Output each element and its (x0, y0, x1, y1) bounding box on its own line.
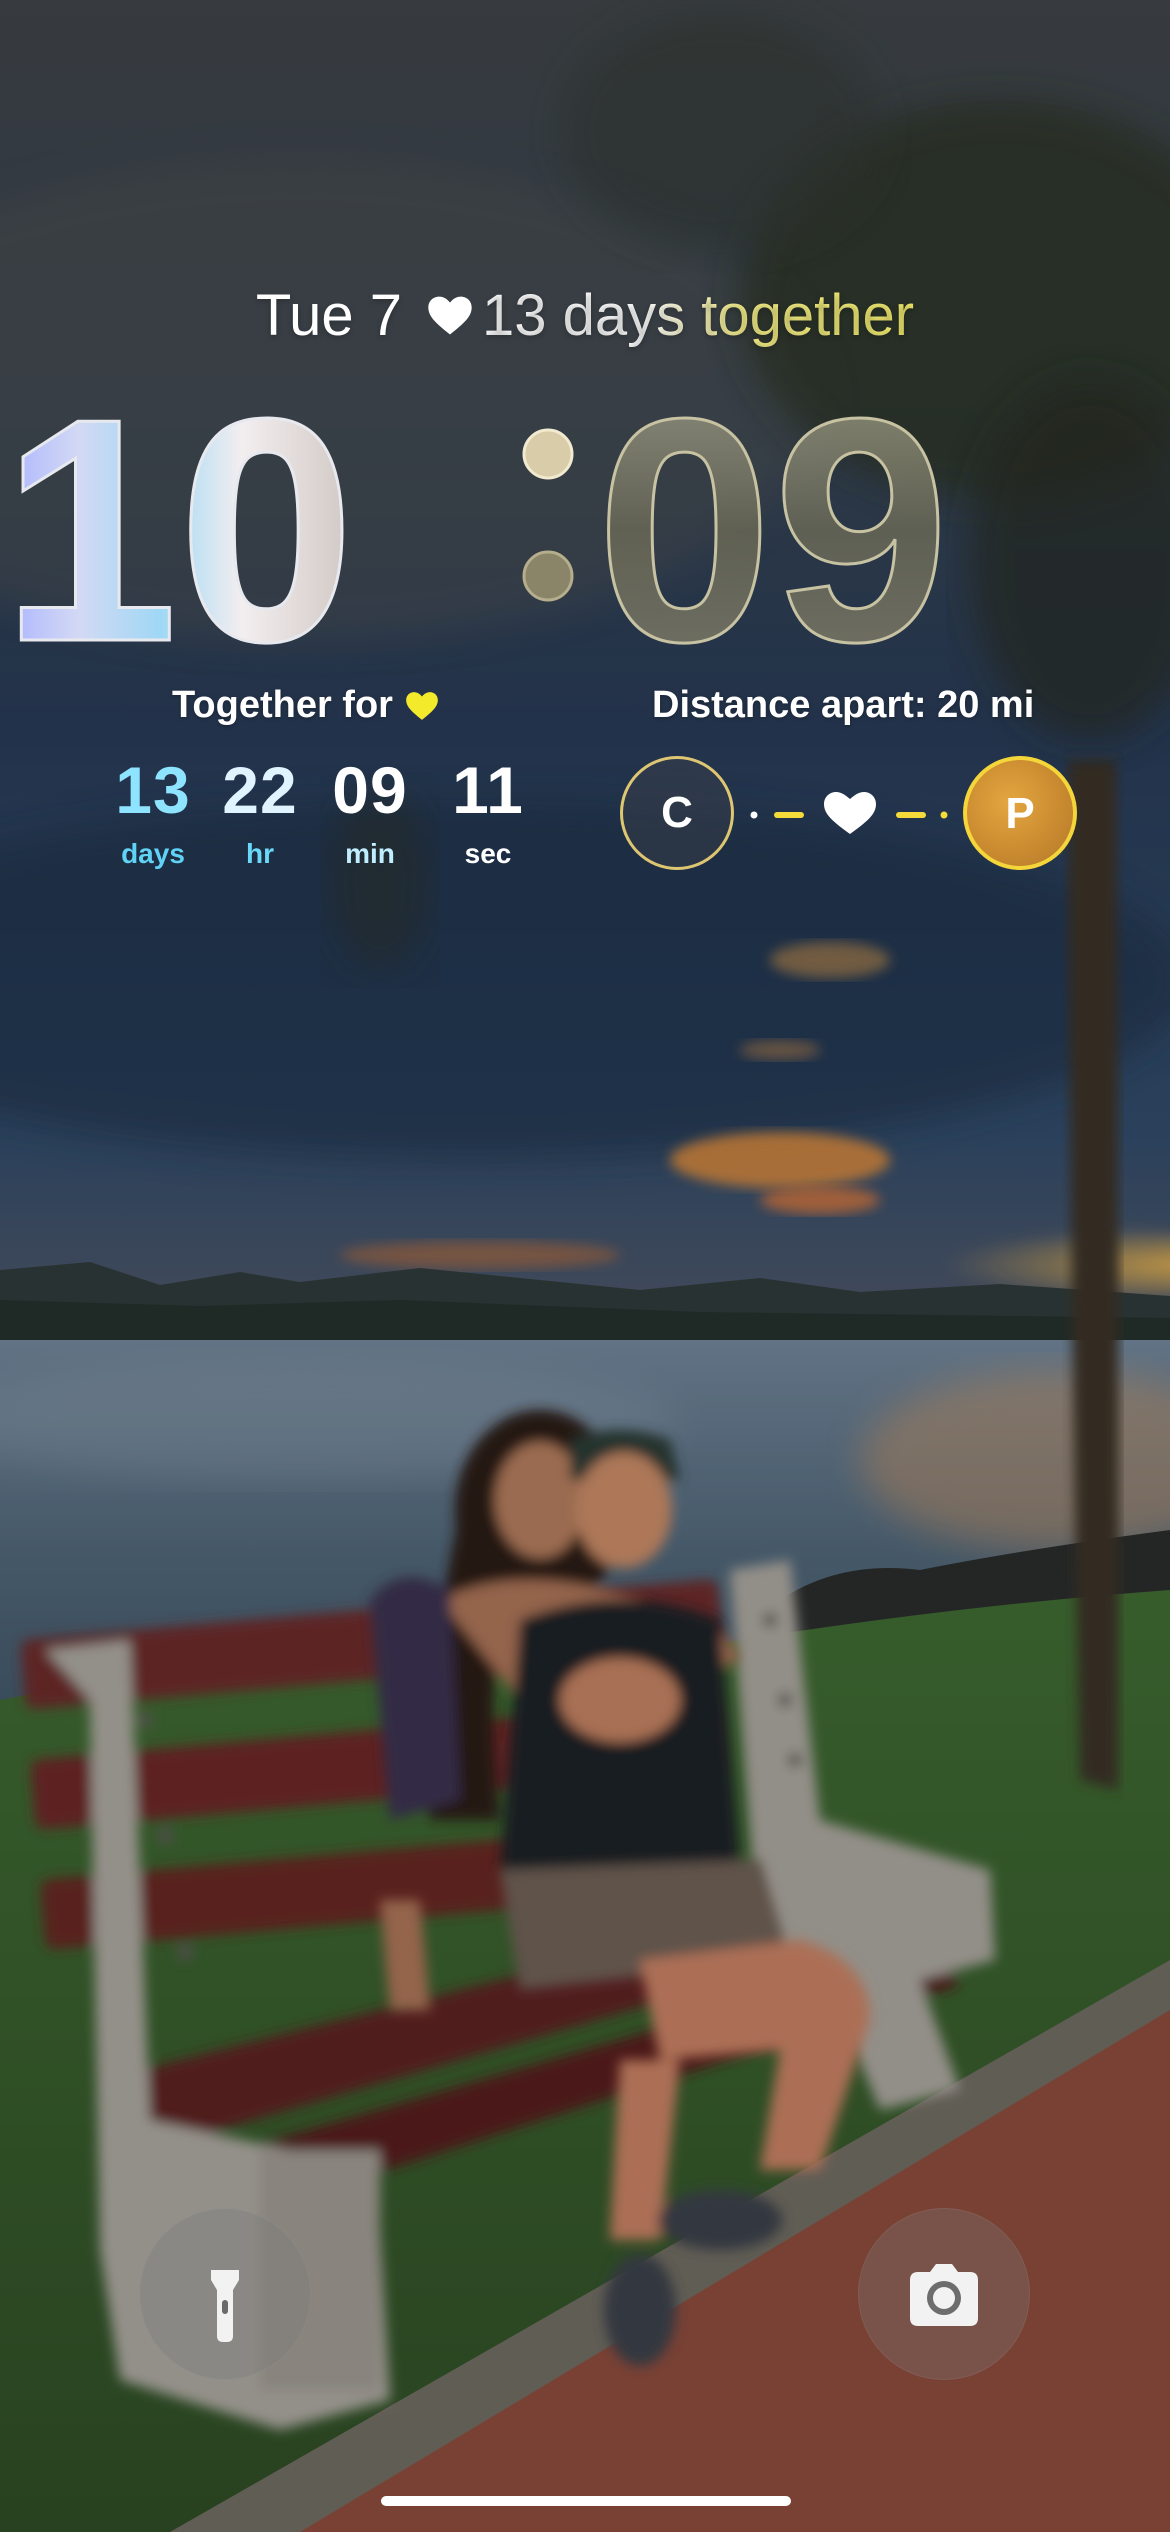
counter-minutes: 09 min (310, 752, 430, 872)
counter-days: 13 days (93, 752, 213, 872)
counter-value: 09 (332, 753, 408, 827)
avatar-left[interactable]: C (620, 756, 734, 870)
heart-icon (824, 792, 876, 834)
counter-hours: 22 hr (200, 752, 320, 872)
together-summary: 13 days together (482, 283, 915, 348)
counter-seconds: 11 sec (428, 752, 548, 872)
counter-unit: sec (464, 838, 512, 869)
camera-button[interactable] (858, 2208, 1030, 2380)
clock-colon-bottom (522, 550, 574, 602)
counter-value: 22 (222, 753, 298, 827)
flashlight-button[interactable] (139, 2208, 311, 2380)
distance-connector (750, 792, 948, 834)
lock-clock: 10 09 (0, 348, 1170, 669)
clock-minutes: 09 (596, 353, 950, 668)
counter-value: 11 (452, 753, 524, 827)
distance-widget-title: Distance apart: 20 mi (652, 684, 1035, 726)
clock-hours: 10 (1, 353, 355, 668)
lock-screen: Tue 7 13 days together 10 09 Together fo… (0, 0, 1170, 2532)
flashlight-icon (211, 2270, 239, 2342)
counter-value: 13 (115, 753, 191, 827)
together-widget-title: Together for (172, 684, 441, 727)
date-line: Tue 7 13 days together (0, 282, 1170, 349)
counter-unit: days (121, 838, 185, 869)
date-text: Tue 7 (255, 283, 403, 348)
camera-icon (910, 2264, 978, 2326)
together-title-text: Together for (172, 684, 393, 726)
home-indicator[interactable] (381, 2496, 791, 2506)
counter-unit: min (345, 838, 395, 869)
counter-unit: hr (246, 838, 274, 869)
clock-colon-top (522, 428, 574, 480)
yellow-heart-icon (406, 692, 438, 720)
heart-icon (428, 296, 472, 335)
avatar-right[interactable]: P (963, 756, 1077, 870)
